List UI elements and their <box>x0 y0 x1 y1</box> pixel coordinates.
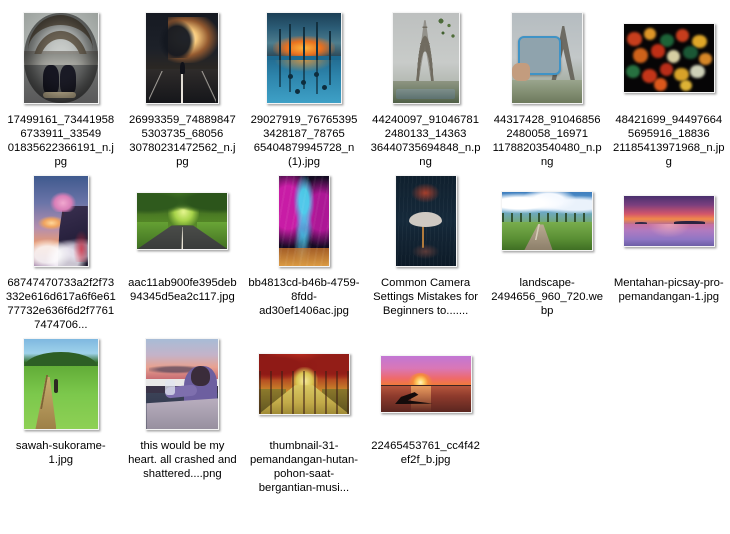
thumbnail-slot <box>0 336 122 432</box>
file-name-label: thumbnail-31-pemandangan-hutan-pohon-saa… <box>249 440 358 494</box>
file-name-label: 44317428_910468562480058_16971 117882035… <box>492 114 602 168</box>
file-item[interactable]: 44240097_910467812480133_14363 364407356… <box>365 6 487 169</box>
file-name-label: Common Camera Settings Mistakes for Begi… <box>373 277 482 317</box>
file-item[interactable]: bb4813cd-b46b-4759-8fdd-ad30ef1406ac.jpg <box>243 169 365 332</box>
file-name-label: aac11ab900fe395deb94345d5ea2c117.jpg <box>128 277 237 303</box>
file-thumbnail <box>501 191 594 251</box>
file-item[interactable]: 44317428_910468562480058_16971 117882035… <box>486 6 608 169</box>
thumbnail-grid: 17499161_734419586733911_33549 018356223… <box>0 0 730 495</box>
thumbnail-slot <box>486 173 608 269</box>
file-name-label: 44240097_910467812480133_14363 364407356… <box>370 114 481 168</box>
file-item[interactable]: this would be my heart. all crashed and … <box>122 332 244 495</box>
thumbnail-slot <box>243 10 365 106</box>
file-item[interactable]: aac11ab900fe395deb94345d5ea2c117.jpg <box>122 169 244 332</box>
file-thumbnail <box>136 192 229 250</box>
file-name-label: sawah-sukorame-1.jpg <box>15 440 106 466</box>
file-thumbnail <box>145 12 220 104</box>
file-name-label: 22465453761_cc4f42ef2f_b.jpg <box>371 440 480 466</box>
file-thumbnail <box>22 338 99 430</box>
file-thumbnail <box>391 12 460 104</box>
file-thumbnail <box>145 338 220 430</box>
file-name-label: landscape-2494656_960_720.webp <box>491 277 604 317</box>
file-name-label: 68747470733a2f2f73332e616d617a6f6e617773… <box>5 277 116 331</box>
file-item[interactable]: 17499161_734419586733911_33549 018356223… <box>0 6 122 169</box>
file-item[interactable]: 68747470733a2f2f73332e616d617a6f6e617773… <box>0 169 122 332</box>
thumbnail-slot <box>365 10 487 106</box>
thumbnail-slot <box>122 10 244 106</box>
thumbnail-slot <box>122 173 244 269</box>
file-name-label: 17499161_734419586733911_33549 018356223… <box>7 114 115 168</box>
file-name-label: 29027919_767653953428187_78765 654048799… <box>250 114 358 168</box>
file-item[interactable]: 48421699_944976645695916_18836 211854139… <box>608 6 730 169</box>
thumbnail-slot <box>365 336 487 432</box>
thumbnail-slot <box>122 336 244 432</box>
file-name-label: 48421699_944976645695916_18836 211854139… <box>612 114 725 168</box>
file-thumbnail <box>511 12 584 104</box>
file-thumbnail <box>257 353 350 415</box>
file-thumbnail <box>622 195 715 247</box>
thumbnail-slot <box>243 173 365 269</box>
file-item[interactable]: thumbnail-31-pemandangan-hutan-pohon-saa… <box>243 332 365 495</box>
file-item[interactable]: sawah-sukorame-1.jpg <box>0 332 122 495</box>
thumbnail-slot <box>243 336 365 432</box>
file-item[interactable]: 26993359_748898475303735_68056 307802314… <box>122 6 244 169</box>
file-name-label: bb4813cd-b46b-4759-8fdd-ad30ef1406ac.jpg <box>248 277 360 317</box>
file-name-label: 26993359_748898475303735_68056 307802314… <box>128 114 236 168</box>
file-thumbnail <box>394 175 457 267</box>
thumbnail-slot <box>365 173 487 269</box>
file-item[interactable]: Common Camera Settings Mistakes for Begi… <box>365 169 487 332</box>
thumbnail-slot <box>0 10 122 106</box>
file-thumbnail <box>32 175 89 267</box>
thumbnail-slot <box>486 10 608 106</box>
file-item[interactable]: 29027919_767653953428187_78765 654048799… <box>243 6 365 169</box>
thumbnail-slot <box>608 10 730 106</box>
thumbnail-slot <box>0 173 122 269</box>
thumbnail-slot <box>608 173 730 269</box>
file-item[interactable]: landscape-2494656_960_720.webp <box>486 169 608 332</box>
file-name-label: Mentahan-picsay-pro-pemandangan-1.jpg <box>613 277 724 303</box>
file-thumbnail <box>277 175 330 267</box>
file-thumbnail <box>622 23 715 93</box>
file-thumbnail <box>379 355 472 413</box>
file-thumbnail <box>22 12 99 104</box>
file-name-label: this would be my heart. all crashed and … <box>128 440 240 480</box>
file-thumbnail <box>265 12 342 104</box>
file-item[interactable]: Mentahan-picsay-pro-pemandangan-1.jpg <box>608 169 730 332</box>
file-item[interactable]: 22465453761_cc4f42ef2f_b.jpg <box>365 332 487 495</box>
